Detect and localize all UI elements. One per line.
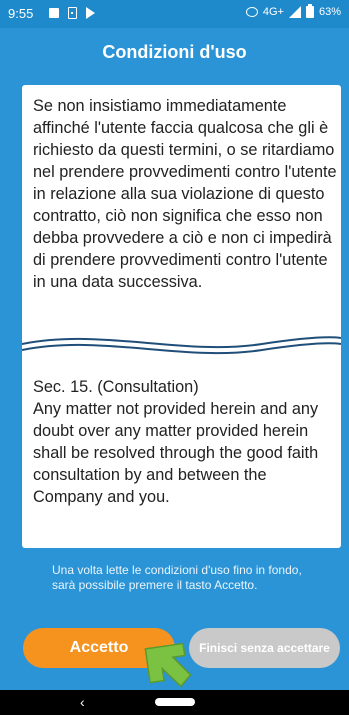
finish-without-accepting-button[interactable]: Finisci senza accettare: [189, 628, 340, 668]
notification-square-icon: [49, 8, 59, 18]
play-icon: [86, 7, 95, 19]
accept-instruction-text: Una volta lette le condizioni d'uso fino…: [52, 563, 302, 592]
notification-icons: [49, 7, 95, 19]
english-terms-block: Sec. 15. (Consultation) Any matter not p…: [33, 376, 338, 508]
status-bar: 9:55 4G+ 63%: [0, 0, 349, 28]
network-type: 4G+: [262, 6, 284, 18]
app-bar: Condizioni d'uso: [0, 28, 349, 78]
system-nav-bar: ‹: [0, 690, 349, 715]
italian-terms-text: Se non insistiamo immediatamente affinch…: [33, 97, 337, 291]
english-section-heading: Sec. 15. (Consultation): [33, 378, 199, 396]
english-terms-text: Any matter not provided herein and any d…: [33, 400, 319, 506]
battery-icon: [305, 4, 314, 18]
hotspot-icon: [245, 7, 258, 17]
battery-level: 63%: [318, 6, 341, 18]
terms-scroll-panel[interactable]: Se non insistiamo immediatamente affinch…: [22, 85, 341, 548]
signal-icon: [288, 6, 301, 18]
status-time: 9:55: [8, 6, 34, 21]
sim-card-icon: [68, 7, 77, 19]
page-title: Condizioni d'uso: [102, 42, 247, 62]
system-icons: 4G+ 63%: [245, 4, 341, 18]
pointer-arrow-icon: [144, 642, 192, 688]
section-break-wave-icon: [22, 336, 341, 367]
home-pill-icon[interactable]: [155, 698, 195, 706]
back-icon[interactable]: ‹: [80, 694, 85, 710]
